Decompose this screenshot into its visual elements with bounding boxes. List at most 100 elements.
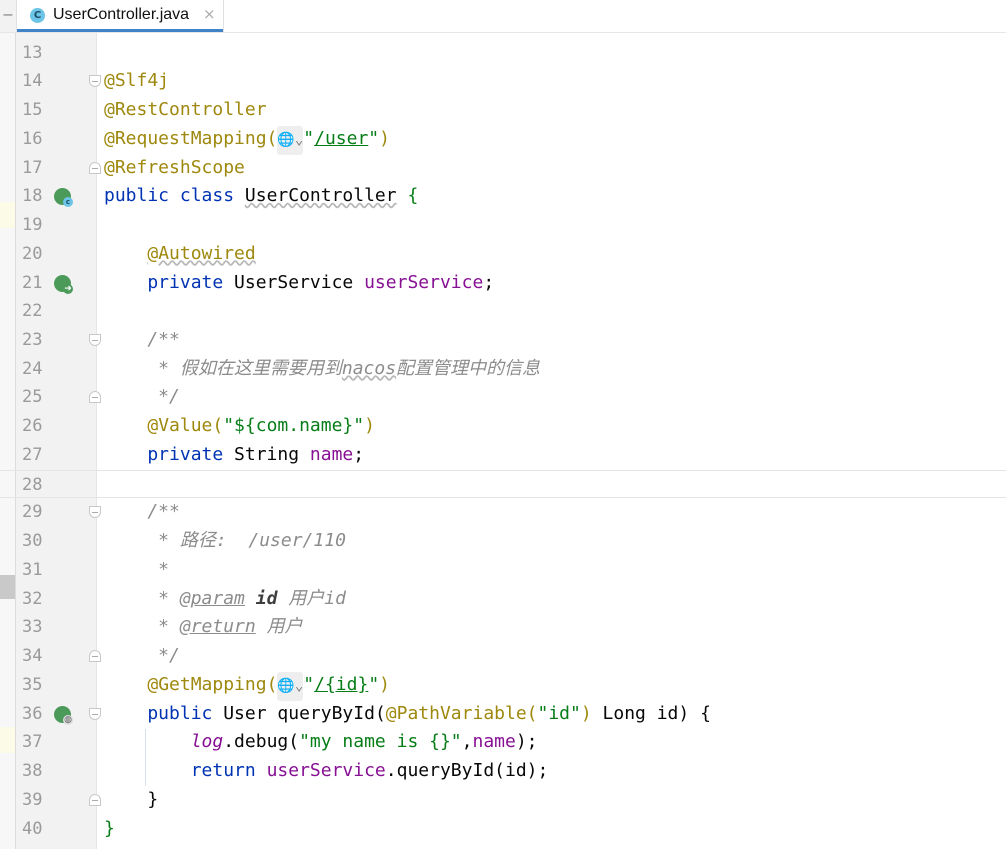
line-number: 13 (22, 42, 43, 63)
line-number: 40 (22, 818, 43, 839)
code-line[interactable]: 27 private String name; (0, 441, 1006, 470)
code-line[interactable]: 34 */ (0, 642, 1006, 671)
code-line[interactable]: 39 } (0, 786, 1006, 815)
code-token: ) (364, 415, 375, 437)
code-text: private UserService userService; (104, 269, 494, 298)
bean-class-icon[interactable]: c (54, 188, 73, 208)
code-line[interactable]: 18 c public class UserController { (0, 182, 1006, 211)
active-tab-indicator (17, 29, 223, 32)
code-token: @GetMapping( (147, 673, 278, 695)
code-token: .queryById(id); (385, 760, 549, 782)
code-token: .debug( (223, 731, 300, 753)
line-number: 25 (22, 387, 43, 408)
line-number: 19 (22, 215, 43, 236)
code-token: ; (483, 271, 495, 293)
code-line[interactable]: 29 /** (0, 498, 1006, 527)
line-number: 33 (22, 617, 43, 638)
web-endpoint-icon[interactable]: ◍ (54, 705, 73, 725)
code-editor[interactable]: 13 14 @Slf4j 15 @RestController 16 @RequestMap… (0, 0, 1006, 849)
fold-start-icon[interactable] (89, 75, 101, 88)
code-token: name (472, 731, 516, 753)
code-line[interactable]: 26 @Value("${com.name}") (0, 412, 1006, 441)
code-line[interactable]: 19 (0, 211, 1006, 240)
line-number: 35 (22, 674, 43, 695)
code-line[interactable]: 30 * 路径: /user/110 (0, 527, 1006, 556)
code-text: @RequestMapping(🌐⌄"/user") (104, 125, 390, 155)
fold-end-icon[interactable] (89, 391, 101, 404)
code-line[interactable]: 25 */ (0, 383, 1006, 412)
collapse-icon[interactable]: – (0, 6, 16, 24)
code-line[interactable]: 40} (0, 815, 1006, 844)
code-token: id (255, 587, 278, 609)
bean-injected-icon[interactable]: ➜ (54, 274, 73, 294)
code-text: * @return 用户 (104, 613, 302, 642)
code-text: * @param id 用户id (104, 585, 346, 614)
code-token: return (104, 760, 267, 782)
code-token: 用户id (277, 587, 346, 609)
code-line[interactable]: 38 return userService.queryById(id); (0, 757, 1006, 786)
code-line[interactable]: 31 * (0, 556, 1006, 585)
code-token: name (309, 443, 354, 465)
code-token: * 路径: /user/110 (104, 530, 346, 552)
code-text: public class UserController { (104, 182, 418, 211)
code-text: @Slf4j (104, 67, 169, 96)
fold-start-icon[interactable] (89, 334, 101, 346)
code-line[interactable]: 16 @RequestMapping(🌐⌄"/user") (0, 125, 1006, 155)
code-text: @RestController (104, 96, 267, 125)
code-line[interactable]: 20 @Autowired (0, 240, 1006, 269)
code-line[interactable]: 33 * @return 用户 (0, 613, 1006, 642)
code-token: log (190, 731, 224, 753)
tab-usercontroller[interactable]: C UserController.java × (16, 0, 224, 32)
code-line[interactable]: 15 @RestController (0, 96, 1006, 125)
code-line[interactable]: 32 * @param id 用户id (0, 585, 1006, 614)
code-token: " (368, 673, 380, 695)
code-token: /{id} (314, 673, 369, 695)
code-token: @RestController (104, 99, 267, 121)
code-line[interactable]: 36 ◍ public User queryById(@PathVariable(… (0, 700, 1006, 729)
code-line[interactable]: 21 ➜ private UserService userService; (0, 269, 1006, 298)
fold-end-icon[interactable] (89, 161, 101, 174)
code-token: @Value( (147, 415, 224, 437)
code-text: @RefreshScope (104, 154, 245, 183)
endpoint-globe-icon[interactable]: 🌐⌄ (277, 671, 304, 701)
editor-tab-bar: – C UserController.java × (0, 0, 1006, 33)
code-token: " (303, 127, 315, 149)
code-token: Long id) { (591, 702, 711, 724)
code-token: * (104, 587, 180, 609)
code-token: private (104, 443, 235, 465)
line-number: 15 (22, 100, 43, 121)
code-token: User (223, 702, 278, 724)
endpoint-globe-icon[interactable]: 🌐⌄ (277, 125, 304, 155)
code-line[interactable]: 17 @RefreshScope (0, 154, 1006, 183)
code-line[interactable]: 23 /** (0, 326, 1006, 355)
code-line[interactable]: 14 @Slf4j (0, 67, 1006, 96)
code-text: * 路径: /user/110 (104, 527, 346, 556)
code-line[interactable]: 28 (0, 469, 1006, 499)
fold-end-icon[interactable] (89, 650, 101, 663)
close-icon[interactable]: × (203, 5, 216, 23)
code-line[interactable]: 37 log.debug("my name is {}",name); (0, 728, 1006, 757)
code-token: @return (179, 616, 256, 638)
code-token: , (461, 731, 473, 753)
code-line[interactable]: 13 (0, 39, 1006, 68)
code-token: " (303, 673, 315, 695)
line-number: 27 (22, 444, 43, 465)
fold-start-icon[interactable] (89, 506, 101, 519)
line-number: 14 (22, 71, 43, 92)
code-token: /** (104, 329, 180, 350)
fold-start-icon[interactable] (89, 707, 101, 720)
code-text: @Autowired (104, 240, 255, 269)
code-token: */ (104, 645, 180, 667)
code-line[interactable]: 22 (0, 297, 1006, 326)
code-line[interactable]: 35 @GetMapping(🌐⌄"/{id}") (0, 671, 1006, 701)
fold-end-icon[interactable] (89, 793, 101, 806)
code-text: * 假如在这里需要用到nacos配置管理中的信息 (104, 355, 540, 384)
line-number: 36 (22, 703, 43, 724)
code-text: public User queryById(@PathVariable("id"… (104, 700, 711, 729)
code-line[interactable]: 24 * 假如在这里需要用到nacos配置管理中的信息 (0, 355, 1006, 384)
code-token: String (234, 443, 310, 465)
code-token: public class (104, 185, 245, 207)
